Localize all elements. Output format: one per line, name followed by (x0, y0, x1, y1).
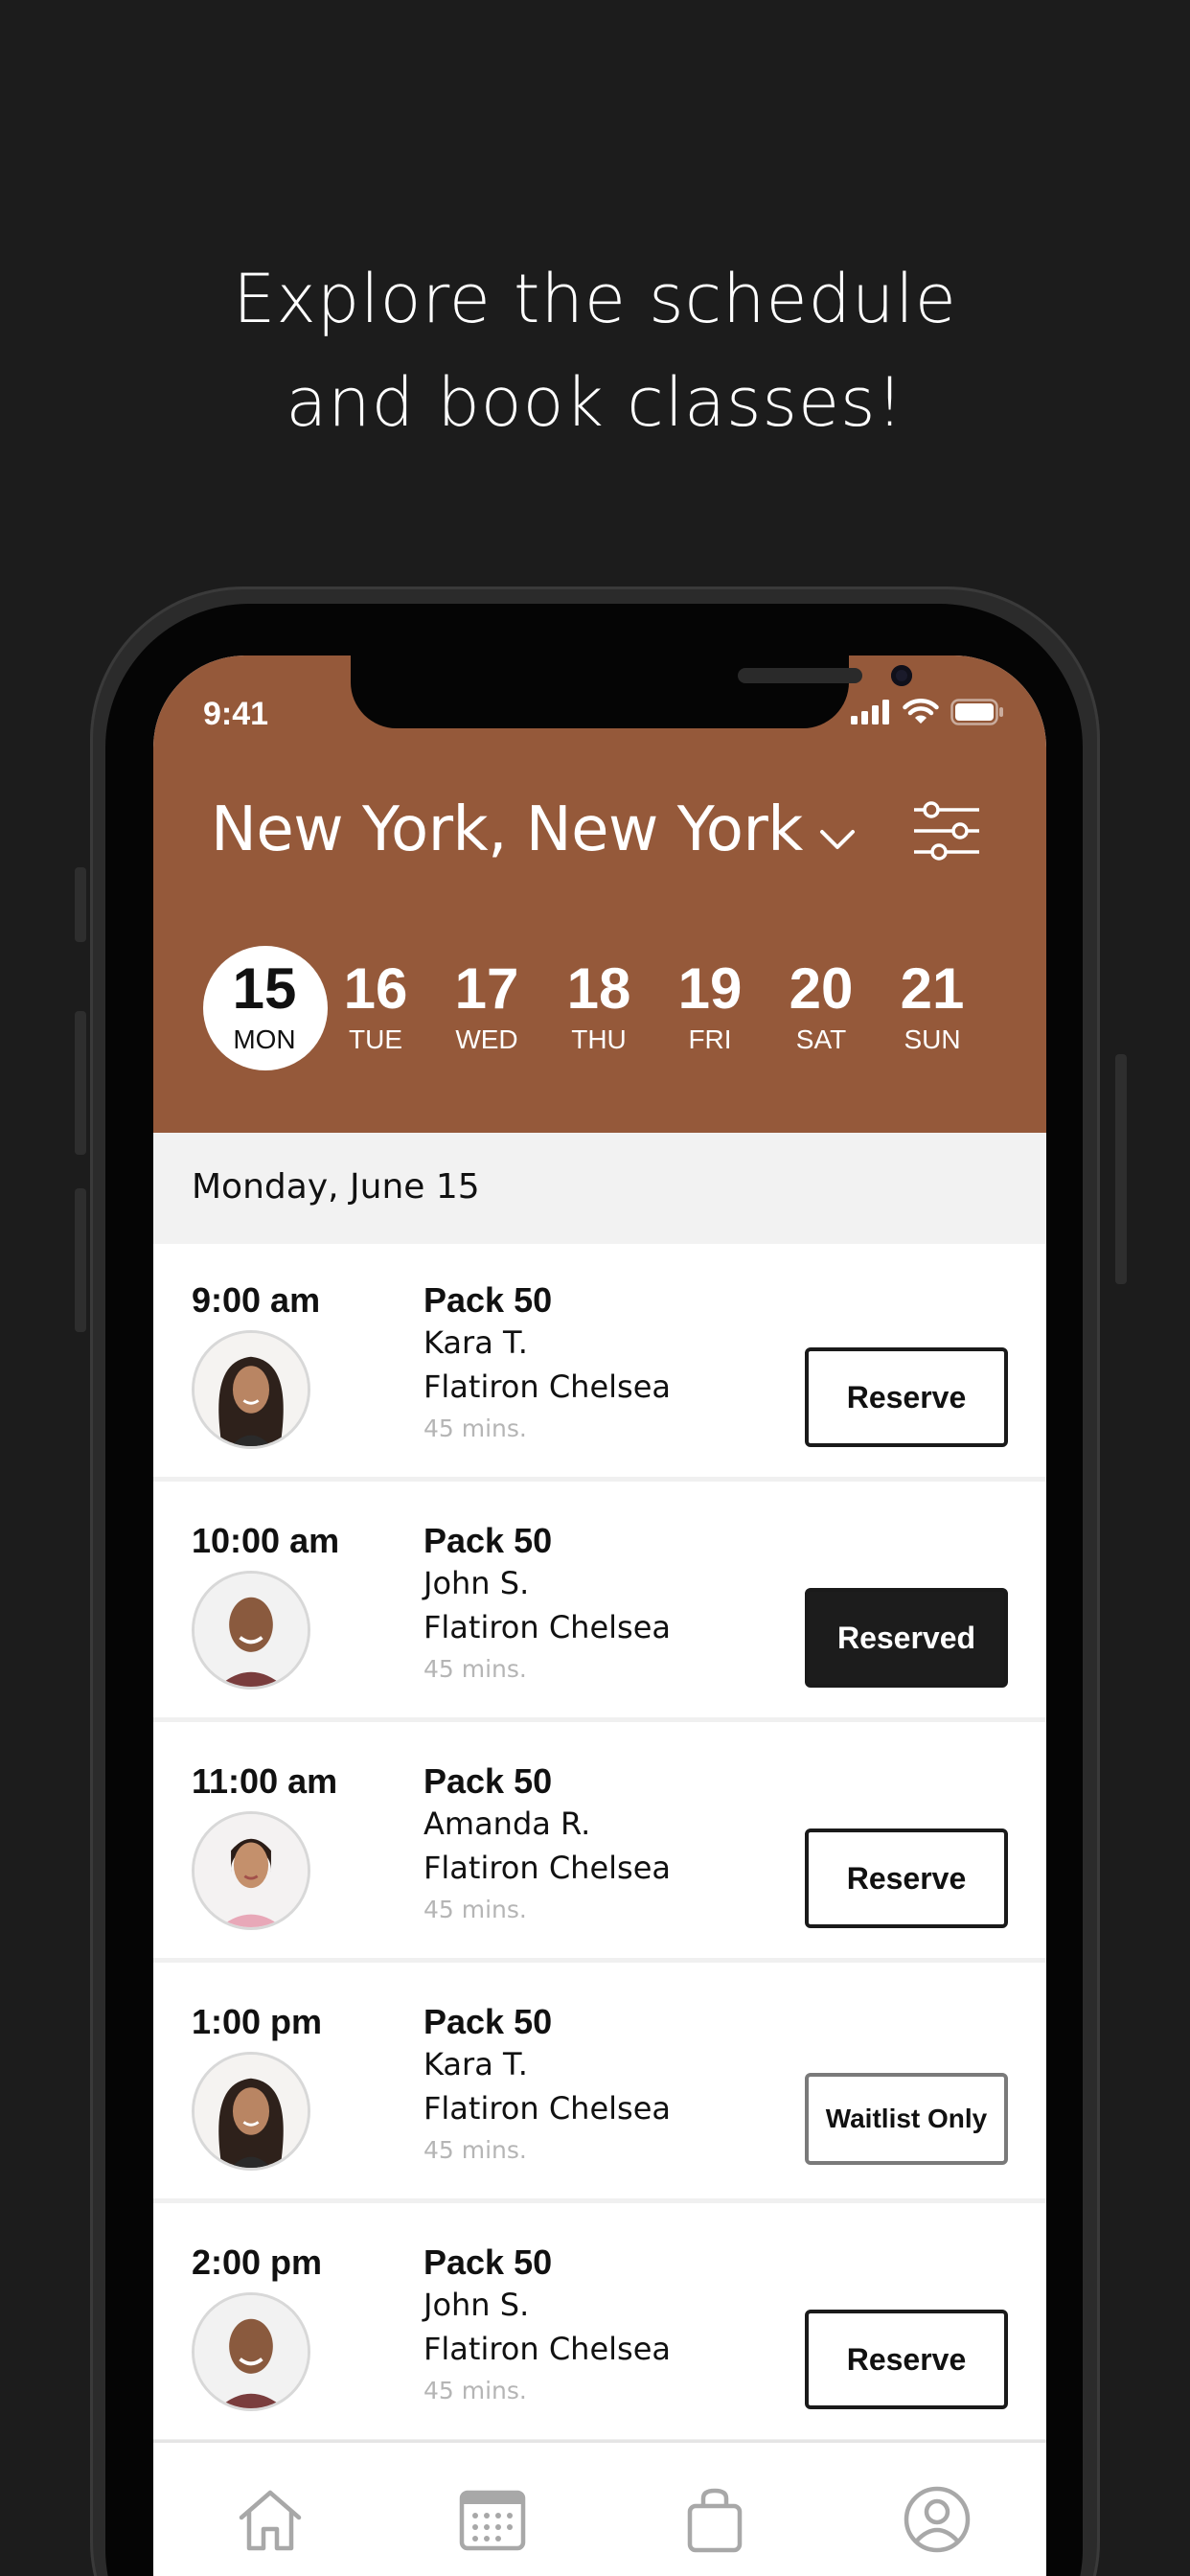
day-15[interactable]: 15 MON (203, 946, 328, 1070)
day-20[interactable]: 20 SAT (760, 946, 882, 1070)
class-row[interactable]: 1:00 pm Pack 50 Kara T. Flatiron Chelsea… (153, 1966, 1046, 2203)
profile-icon[interactable] (899, 2481, 975, 2558)
class-location: Flatiron Chelsea (423, 1609, 671, 1645)
class-location: Flatiron Chelsea (423, 2090, 671, 2127)
reserve-button[interactable]: Reserve (805, 2310, 1008, 2409)
class-duration: 45 mins. (423, 1896, 527, 1923)
day-number: 21 (900, 956, 965, 1021)
day-number: 17 (454, 956, 519, 1021)
class-row[interactable]: 11:00 am Pack 50 Amanda R. Flatiron Chel… (153, 1725, 1046, 1963)
signal-icon (851, 700, 889, 724)
home-icon[interactable] (232, 2481, 309, 2558)
class-time: 9:00 am (192, 1280, 321, 1320)
day-16[interactable]: 16 TUE (314, 946, 437, 1070)
class-location: Flatiron Chelsea (423, 1368, 671, 1405)
day-of-week: FRI (688, 1024, 732, 1054)
day-21[interactable]: 21 SUN (871, 946, 994, 1070)
wifi-icon (903, 699, 939, 724)
headline: Explore the schedule and book classes! (0, 247, 1190, 454)
instructor-avatar (192, 2052, 310, 2171)
day-number: 16 (343, 956, 408, 1021)
instructor-name: John S. (423, 2287, 530, 2323)
phone-power-button (1115, 1054, 1127, 1284)
chevron-down-icon[interactable] (814, 816, 860, 862)
class-time: 11:00 am (192, 1761, 338, 1801)
shopping-bag-icon[interactable] (676, 2481, 753, 2558)
instructor-name: Kara T. (423, 1324, 528, 1361)
reserved-button[interactable]: Reserved (805, 1588, 1008, 1688)
speaker (738, 668, 862, 683)
tab-bar (153, 2440, 1046, 2576)
class-duration: 45 mins. (423, 2377, 527, 2404)
day-18[interactable]: 18 THU (538, 946, 660, 1070)
day-selector: 15 MON 16 TUE 17 WED 18 THU 19 FRI 20 SA… (203, 946, 1008, 1070)
filter-sliders-icon[interactable] (912, 797, 981, 864)
instructor-avatar (192, 1330, 310, 1449)
instructor-avatar (192, 2292, 310, 2411)
city-selector[interactable]: New York, New York (211, 794, 803, 865)
battery-icon (950, 699, 1003, 725)
day-of-week: THU (571, 1024, 627, 1054)
class-row[interactable]: 9:00 am Pack 50 Kara T. Flatiron Chelsea… (153, 1244, 1046, 1482)
class-row[interactable]: 10:00 am Pack 50 John S. Flatiron Chelse… (153, 1484, 1046, 1722)
class-location: Flatiron Chelsea (423, 2331, 671, 2367)
status-time: 9:41 (203, 696, 269, 732)
class-name: Pack 50 (423, 1521, 553, 1560)
selected-date-label: Monday, June 15 (192, 1167, 480, 1207)
waitlist-button[interactable]: Waitlist Only (805, 2073, 1008, 2165)
camera (891, 665, 912, 686)
day-of-week: SAT (795, 1024, 847, 1054)
headline-line-1: Explore the schedule (233, 260, 957, 338)
class-name: Pack 50 (423, 1280, 553, 1320)
instructor-name: Kara T. (423, 2046, 528, 2082)
day-of-week: SUN (904, 1024, 961, 1054)
class-duration: 45 mins. (423, 1655, 527, 1683)
day-of-week: WED (455, 1024, 518, 1054)
reserve-button[interactable]: Reserve (805, 1828, 1008, 1928)
day-17[interactable]: 17 WED (425, 946, 548, 1070)
app-screen: 9:41 New York, New York 15 MON 16 TUE 17… (153, 656, 1046, 2576)
instructor-name: John S. (423, 1565, 530, 1601)
day-number: 18 (566, 956, 631, 1021)
instructor-avatar (192, 1571, 310, 1690)
instructor-name: Amanda R. (423, 1806, 591, 1842)
phone-side-button (75, 867, 86, 942)
class-name: Pack 50 (423, 2242, 553, 2282)
city-name: New York, New York (211, 794, 803, 865)
class-name: Pack 50 (423, 2002, 553, 2041)
class-time: 1:00 pm (192, 2002, 323, 2041)
day-number: 15 (232, 956, 297, 1021)
phone-volume-down (75, 1188, 86, 1332)
day-number: 19 (677, 956, 743, 1021)
class-time: 2:00 pm (192, 2242, 323, 2282)
header-area: 9:41 New York, New York 15 MON 16 TUE 17… (153, 656, 1046, 1133)
phone-volume-up (75, 1011, 86, 1155)
day-of-week: MON (233, 1024, 296, 1054)
notch (351, 656, 912, 728)
class-name: Pack 50 (423, 1761, 553, 1801)
calendar-icon[interactable] (454, 2481, 531, 2558)
class-duration: 45 mins. (423, 1414, 527, 1442)
day-number: 20 (789, 956, 854, 1021)
day-19[interactable]: 19 FRI (649, 946, 771, 1070)
instructor-avatar (192, 1811, 310, 1930)
status-icons (851, 698, 1004, 726)
reserve-button[interactable]: Reserve (805, 1347, 1008, 1447)
class-location: Flatiron Chelsea (423, 1850, 671, 1886)
headline-line-2: and book classes! (286, 363, 904, 442)
class-row[interactable]: 2:00 pm Pack 50 John S. Flatiron Chelsea… (153, 2206, 1046, 2444)
class-duration: 45 mins. (423, 2136, 527, 2164)
class-time: 10:00 am (192, 1521, 340, 1560)
day-of-week: TUE (349, 1024, 402, 1054)
selected-date-bar: Monday, June 15 (153, 1133, 1046, 1244)
